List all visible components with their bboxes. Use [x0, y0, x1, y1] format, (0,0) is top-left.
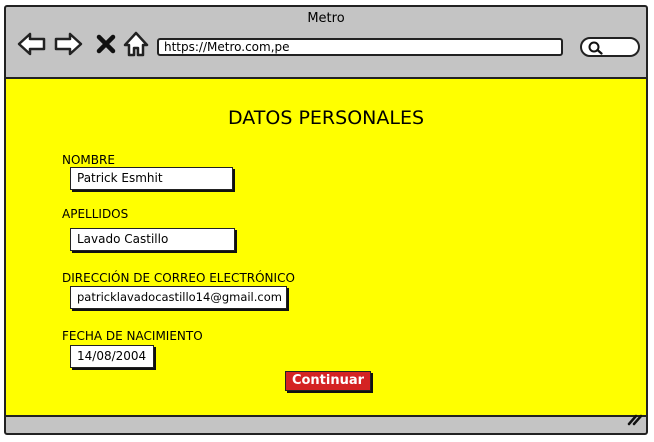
search-icon: [588, 41, 603, 55]
browser-window: Metro https://Metro.com,pe DATOS PERSONA…: [4, 5, 648, 435]
nombre-label: NOMBRE: [62, 153, 115, 167]
apellidos-label: APELLIDOS: [62, 207, 129, 221]
close-icon[interactable]: [94, 27, 118, 61]
nombre-input[interactable]: Patrick Esmhit: [70, 167, 233, 190]
arrow-right-icon[interactable]: [52, 27, 84, 61]
apellidos-input[interactable]: Lavado Castillo: [70, 228, 235, 251]
arrow-left-icon[interactable]: [16, 27, 48, 61]
fecha-label: FECHA DE NACIMIENTO: [62, 329, 203, 343]
page-title: DATOS PERSONALES: [227, 107, 425, 129]
page-content: DATOS PERSONALES NOMBRE Patrick Esmhit A…: [6, 77, 646, 417]
fecha-input[interactable]: 14/08/2004: [70, 345, 154, 368]
continue-button[interactable]: Continuar: [285, 371, 371, 391]
address-bar[interactable]: https://Metro.com,pe: [157, 38, 563, 56]
resize-handle-icon[interactable]: [626, 411, 643, 430]
search-button[interactable]: [580, 37, 640, 57]
window-title: Metro: [307, 11, 345, 26]
email-label: DIRECCIÓN DE CORREO ELECTRÓNICO: [62, 271, 295, 285]
email-input[interactable]: patricklavadocastillo14@gmail.com: [70, 286, 287, 309]
home-icon[interactable]: [122, 27, 150, 61]
